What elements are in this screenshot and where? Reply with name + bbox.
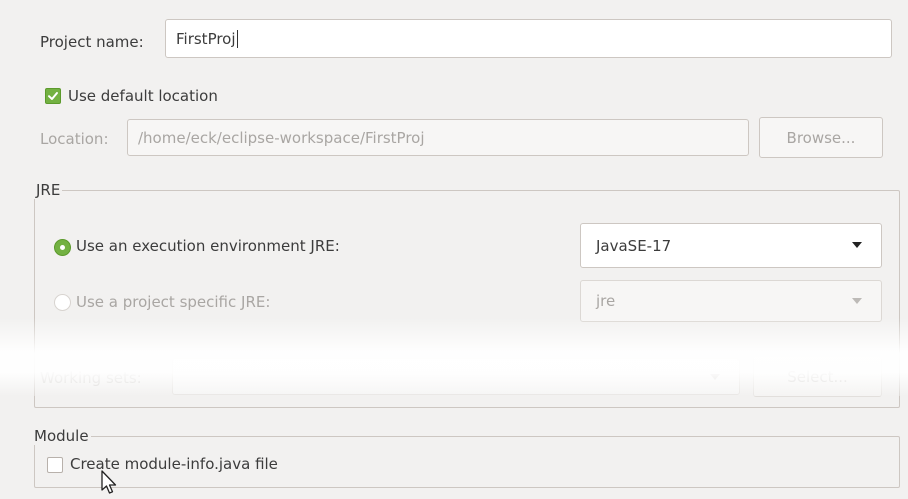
jre-group-title: JRE bbox=[34, 181, 63, 199]
location-value: /home/eck/eclipse-workspace/FirstProj bbox=[138, 128, 425, 147]
working-sets-select-button[interactable]: Select... bbox=[753, 356, 882, 397]
create-module-info-checkbox[interactable] bbox=[47, 457, 63, 473]
text-cursor bbox=[236, 29, 238, 48]
location-input[interactable]: /home/eck/eclipse-workspace/FirstProj bbox=[127, 119, 749, 156]
mouse-pointer-icon bbox=[101, 470, 117, 494]
module-group-title: Module bbox=[32, 427, 91, 445]
exec-env-radio[interactable] bbox=[54, 239, 71, 256]
use-default-location-checkbox[interactable] bbox=[45, 88, 61, 104]
project-specific-label[interactable]: Use a project specific JRE: bbox=[76, 293, 270, 311]
select-label: Select... bbox=[787, 367, 848, 386]
check-icon bbox=[48, 92, 58, 100]
project-name-label: Project name: bbox=[40, 33, 144, 51]
location-label: Location: bbox=[40, 130, 109, 148]
project-specific-combo[interactable]: jre bbox=[580, 280, 882, 322]
project-name-input[interactable]: FirstProj bbox=[165, 19, 892, 58]
project-specific-value: jre bbox=[596, 292, 616, 310]
browse-label: Browse... bbox=[786, 128, 856, 147]
exec-env-combo[interactable]: JavaSE-17 bbox=[580, 223, 882, 268]
working-sets-combo[interactable] bbox=[172, 358, 740, 395]
project-name-value: FirstProj bbox=[176, 29, 236, 48]
exec-env-value: JavaSE-17 bbox=[596, 236, 672, 255]
project-specific-radio[interactable] bbox=[54, 294, 71, 311]
chevron-down-icon bbox=[852, 298, 862, 304]
browse-button[interactable]: Browse... bbox=[759, 117, 883, 158]
use-default-location-label[interactable]: Use default location bbox=[68, 87, 218, 105]
working-sets-label: Working sets: bbox=[40, 369, 142, 387]
chevron-down-icon bbox=[710, 374, 720, 380]
chevron-down-icon bbox=[852, 242, 862, 248]
exec-env-label[interactable]: Use an execution environment JRE: bbox=[76, 237, 340, 255]
